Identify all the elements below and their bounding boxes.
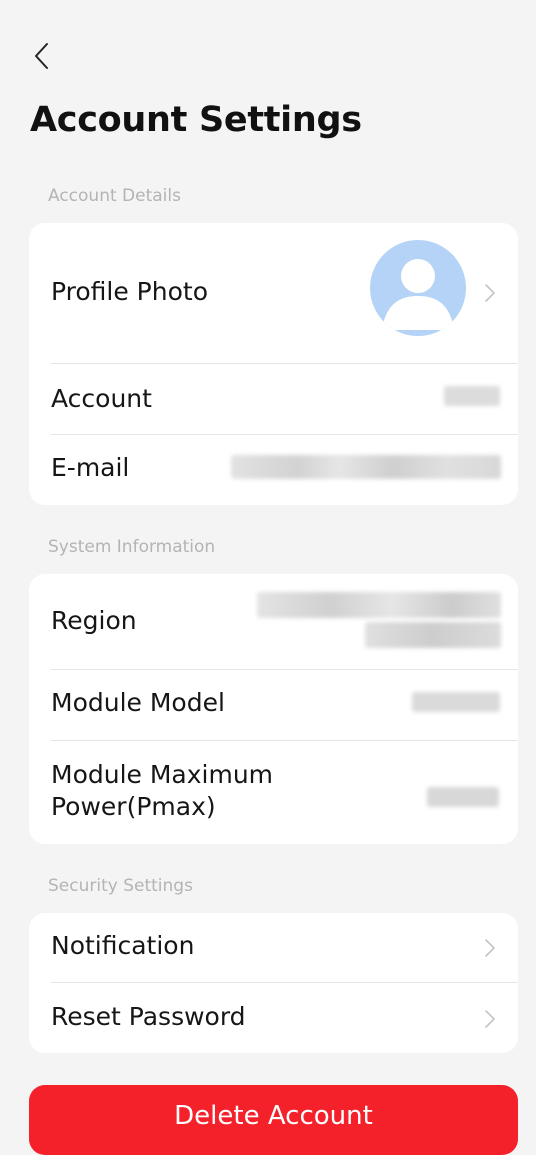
region-label: Region bbox=[51, 606, 137, 635]
module-max-power-row: Module Maximum Power(Pmax) bbox=[29, 741, 518, 844]
region-value-redacted-line1 bbox=[257, 592, 501, 618]
page-title: Account Settings bbox=[30, 100, 362, 140]
account-row: Account bbox=[29, 364, 518, 434]
chevron-right-icon bbox=[485, 284, 495, 302]
module-max-power-label-line1: Module Maximum bbox=[51, 760, 274, 789]
section-label-system-information: System Information bbox=[48, 537, 216, 557]
user-avatar-icon bbox=[382, 259, 454, 330]
reset-password-row[interactable]: Reset Password bbox=[29, 983, 518, 1053]
profile-photo-label: Profile Photo bbox=[51, 277, 208, 306]
profile-photo-row[interactable]: Profile Photo bbox=[29, 223, 518, 363]
module-model-value-redacted bbox=[412, 692, 500, 712]
system-information-card: Region Module Model Module Maximum Power(… bbox=[29, 574, 518, 844]
module-max-power-label-line2: Power(Pmax) bbox=[51, 792, 216, 821]
module-model-label: Module Model bbox=[51, 688, 225, 717]
email-row: E-mail bbox=[29, 435, 518, 505]
region-row: Region bbox=[29, 574, 518, 669]
module-max-power-value-redacted bbox=[427, 787, 499, 807]
reset-password-label: Reset Password bbox=[51, 1002, 246, 1031]
chevron-right-icon bbox=[485, 1010, 495, 1028]
chevron-right-icon bbox=[485, 939, 495, 957]
chevron-left-icon bbox=[35, 43, 48, 69]
delete-account-button[interactable]: Delete Account bbox=[29, 1085, 518, 1155]
section-label-account-details: Account Details bbox=[48, 186, 181, 206]
account-value-redacted bbox=[444, 386, 500, 406]
email-label: E-mail bbox=[51, 453, 130, 482]
email-value-redacted bbox=[231, 455, 501, 479]
avatar[interactable] bbox=[370, 240, 466, 336]
notification-row[interactable]: Notification bbox=[29, 913, 518, 982]
account-label: Account bbox=[51, 384, 152, 413]
module-model-row: Module Model bbox=[29, 670, 518, 740]
module-max-power-label: Module Maximum Power(Pmax) bbox=[51, 759, 273, 823]
region-value-redacted-line2 bbox=[365, 622, 501, 648]
account-details-card: Profile Photo Account E-mail bbox=[29, 223, 518, 505]
notification-label: Notification bbox=[51, 931, 195, 960]
security-settings-card: Notification Reset Password bbox=[29, 913, 518, 1053]
back-button[interactable] bbox=[24, 36, 58, 76]
section-label-security-settings: Security Settings bbox=[48, 876, 193, 896]
